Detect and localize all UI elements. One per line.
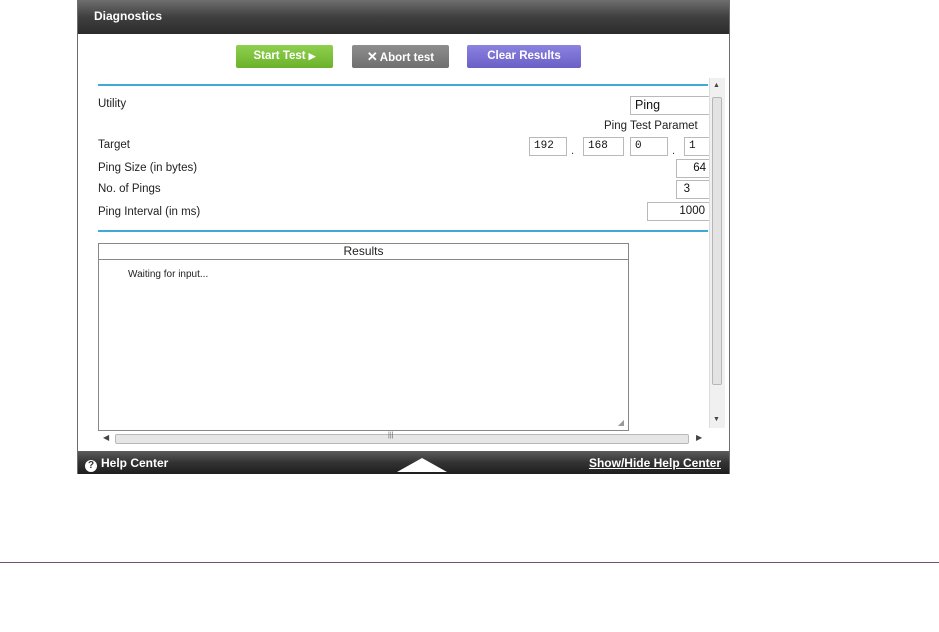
target-octet-3[interactable]: 0 — [630, 137, 668, 156]
section-divider-bottom — [98, 230, 708, 232]
target-octet-2[interactable]: 168 — [583, 137, 624, 156]
ping-size-input[interactable]: 64 — [676, 159, 709, 178]
target-octet-1[interactable]: 192 — [529, 137, 567, 156]
ping-size-label: Ping Size (in bytes) — [98, 162, 198, 174]
help-center-label: Help Center — [101, 456, 169, 470]
num-pings-label: No. of Pings — [98, 183, 161, 195]
interval-label: Ping Interval (in ms) — [98, 206, 201, 218]
vertical-scroll-thumb[interactable] — [712, 97, 722, 385]
clear-results-button[interactable]: Clear Results — [467, 45, 581, 68]
clear-results-label: Clear Results — [487, 50, 561, 62]
page-title: Diagnostics — [94, 9, 163, 23]
results-header: Results — [99, 244, 628, 260]
title-bar: Diagnostics — [78, 0, 729, 34]
start-test-button[interactable]: Start Test ▶ — [236, 45, 333, 68]
target-label: Target — [98, 139, 130, 151]
utility-label: Utility — [98, 98, 127, 110]
play-icon: ▶ — [308, 51, 316, 61]
help-icon: ? — [85, 460, 97, 472]
target-octet-4[interactable]: 1 — [684, 137, 709, 156]
scroll-right-icon[interactable]: ▶ — [696, 433, 702, 442]
vertical-scrollbar[interactable]: ▲ ▼ — [709, 78, 725, 428]
scroll-down-icon[interactable]: ▼ — [713, 416, 720, 423]
help-center-link[interactable]: ? Help Center — [85, 456, 168, 472]
scroll-grip-icon: ||| — [388, 432, 394, 439]
footer-bar: ? Help Center Show/Hide Help Center — [78, 451, 729, 474]
expand-arrow-icon[interactable] — [397, 458, 447, 472]
close-icon: ✕ — [366, 49, 378, 64]
section-divider-top — [98, 84, 708, 86]
abort-test-button[interactable]: ✕ Abort test — [352, 45, 449, 68]
scroll-left-icon[interactable]: ◀ — [103, 433, 109, 442]
show-hide-help-link[interactable]: Show/Hide Help Center — [589, 456, 721, 470]
target-dot: . — [571, 145, 575, 157]
page-divider — [0, 562, 939, 563]
num-pings-input[interactable]: 3 — [676, 180, 709, 199]
scroll-up-icon[interactable]: ▲ — [713, 82, 720, 89]
horizontal-scrollbar[interactable]: ◀ ||| ▶ — [98, 432, 706, 445]
interval-input[interactable]: 1000 — [647, 202, 709, 221]
target-dot: . — [672, 145, 676, 157]
horizontal-scroll-thumb[interactable] — [115, 434, 689, 444]
start-test-label: Start Test — [253, 50, 306, 62]
utility-select[interactable]: Ping — [630, 96, 709, 115]
diagnostics-panel: Diagnostics Start Test ▶ ✕ Abort test Clea… — [77, 0, 730, 474]
abort-test-label: Abort test — [379, 52, 435, 64]
resize-grip-icon[interactable]: ◢ — [618, 418, 624, 427]
results-box[interactable]: Results Waiting for input... ◢ — [98, 243, 629, 431]
params-header: Ping Test Paramet — [604, 120, 698, 132]
results-text: Waiting for input... — [128, 269, 209, 280]
